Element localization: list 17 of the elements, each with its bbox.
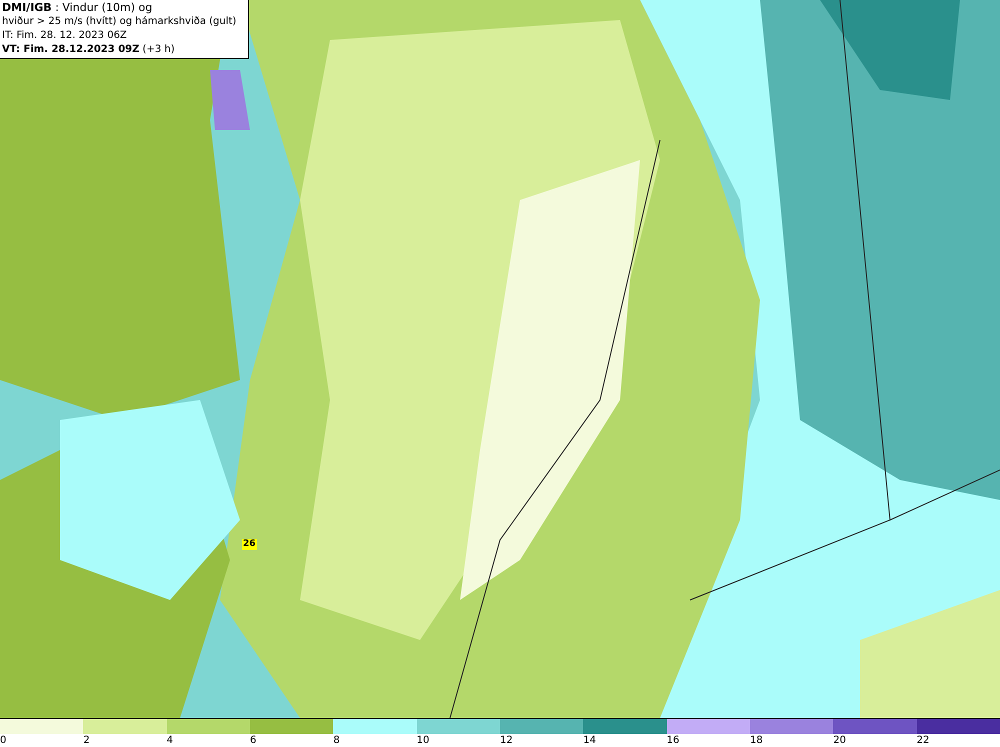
legend-label: 6 — [250, 734, 256, 747]
legend-label: 2 — [83, 734, 90, 747]
legend-label: 8 — [333, 734, 340, 747]
legend-label: 0 — [0, 734, 6, 747]
title-line: VT: Fim. 28.12.2023 09Z (+3 h) — [2, 43, 176, 57]
legend-label: 16 — [666, 734, 680, 747]
legend-label: 18 — [750, 734, 763, 747]
legend-label: 22 — [916, 734, 930, 747]
legend-label: 14 — [583, 734, 596, 747]
title-line: DMI/IGB : Vindur (10m) og — [2, 1, 154, 15]
legend-label: 12 — [500, 734, 513, 747]
gust-label: 26 — [242, 539, 257, 550]
title-line: IT: Fim. 28. 12. 2023 06Z — [2, 29, 128, 43]
legend-label: 20 — [833, 734, 846, 747]
legend-label: 10 — [416, 734, 430, 747]
legend-label: 4 — [166, 734, 174, 747]
title-line: hviður > 25 m/s (hvítt) og hámarkshviða (gult) — [2, 15, 238, 29]
